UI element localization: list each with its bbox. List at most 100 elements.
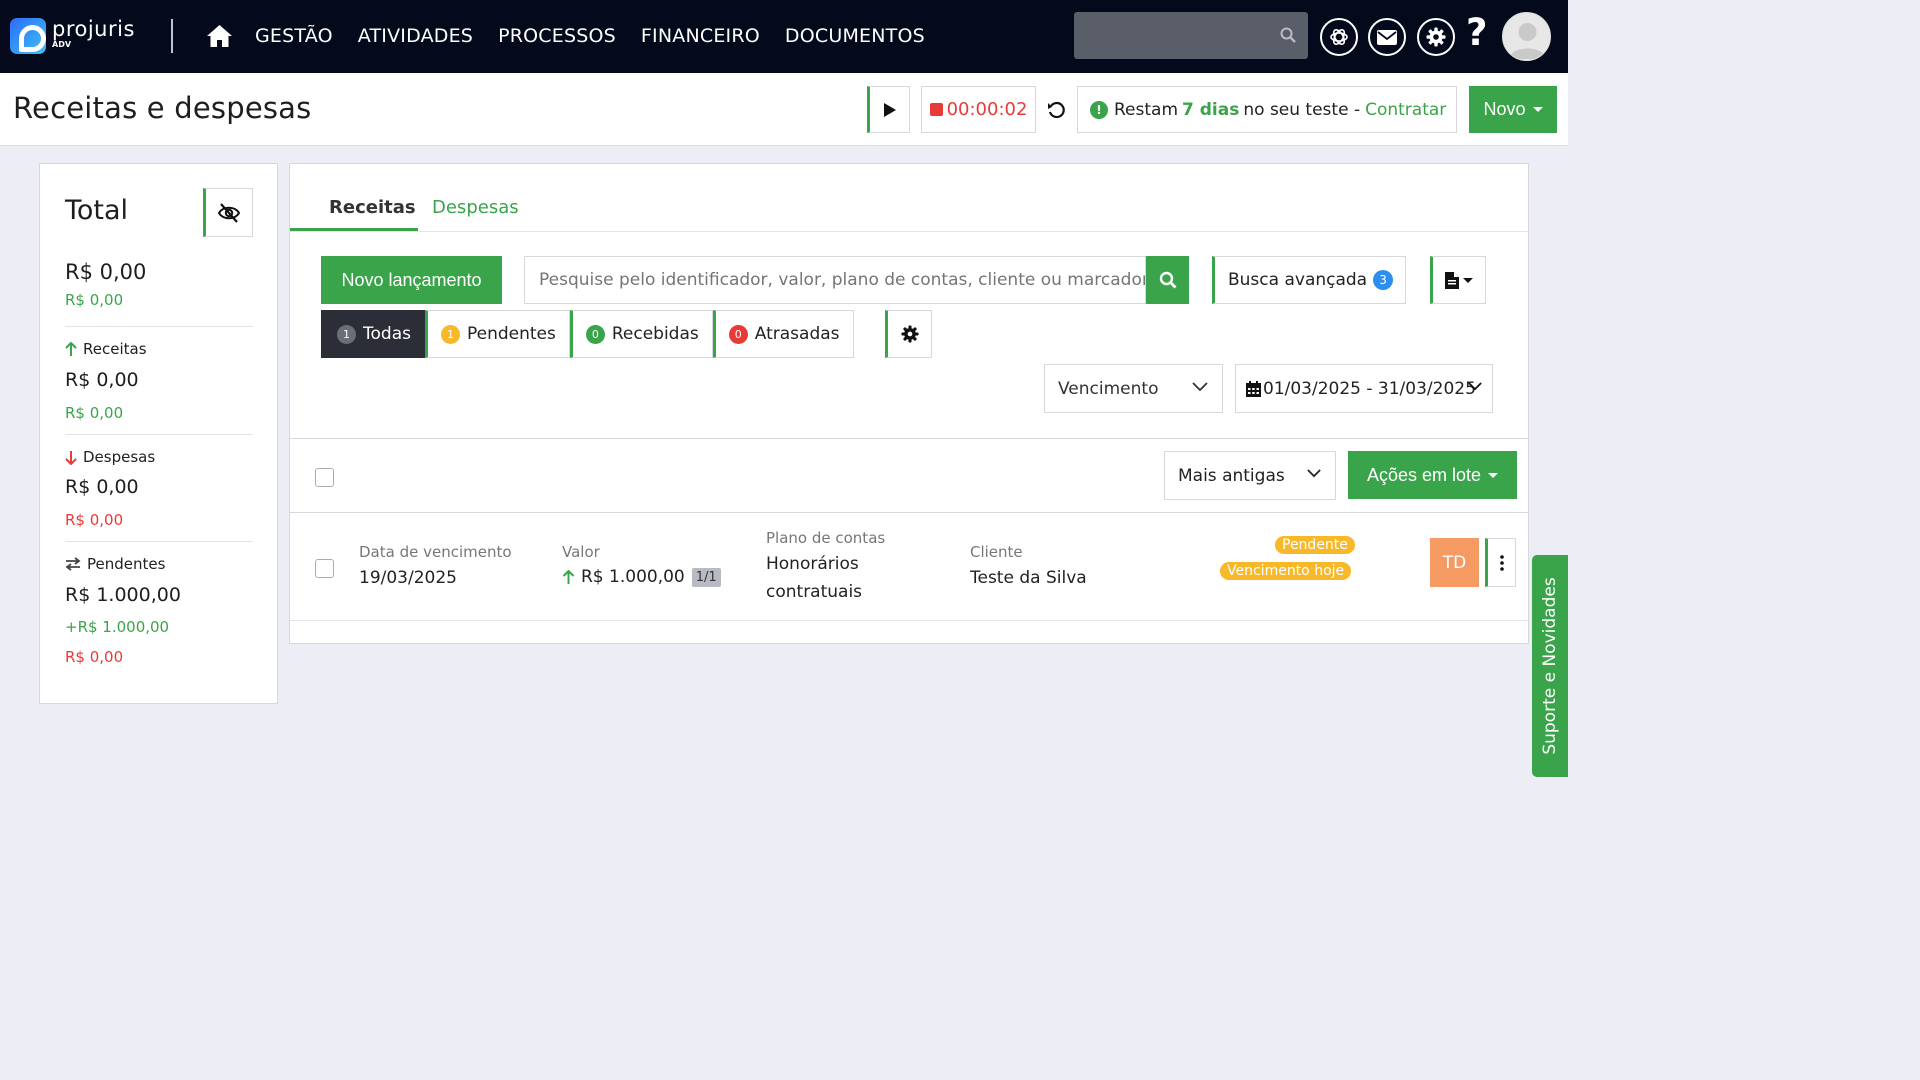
logo[interactable]: projuris ADV bbox=[10, 18, 135, 54]
installment-badge: 1/1 bbox=[691, 567, 721, 587]
batch-actions-label: Ações em lote bbox=[1366, 464, 1482, 485]
user-avatar-icon[interactable] bbox=[1502, 12, 1551, 61]
client-label: Cliente bbox=[970, 543, 1023, 561]
divider bbox=[65, 326, 253, 327]
tab-despesas[interactable]: Despesas bbox=[432, 197, 519, 218]
filter-label: Todas bbox=[363, 324, 411, 344]
arrow-up-icon bbox=[562, 569, 575, 584]
receitas-label: Receitas bbox=[65, 340, 147, 358]
summary-title: Total bbox=[65, 195, 129, 226]
mail-icon[interactable] bbox=[1368, 18, 1406, 56]
openai-icon[interactable] bbox=[1320, 18, 1358, 56]
select-all-checkbox[interactable] bbox=[315, 468, 334, 487]
global-search bbox=[1074, 12, 1308, 59]
transaction-search-input[interactable] bbox=[525, 257, 1145, 303]
gear-icon bbox=[900, 325, 919, 343]
tab-bar: Receitas Despesas bbox=[290, 164, 1528, 232]
hide-values-button[interactable] bbox=[203, 188, 253, 237]
pendentes-plus-value: +R$ 1.000,00 bbox=[65, 618, 170, 636]
stop-icon bbox=[929, 103, 943, 116]
total-sub-value: R$ 0,00 bbox=[65, 291, 124, 309]
global-search-input[interactable] bbox=[1074, 12, 1274, 59]
total-value: R$ 0,00 bbox=[65, 260, 147, 284]
chevron-down-icon bbox=[1307, 469, 1321, 478]
export-button[interactable] bbox=[1430, 256, 1486, 304]
trial-prefix: Restam bbox=[1114, 99, 1179, 120]
value-label: Valor bbox=[562, 543, 600, 561]
help-icon[interactable]: ? bbox=[1466, 14, 1487, 51]
due-date-value: 19/03/2025 bbox=[359, 568, 457, 588]
receitas-label-text: Receitas bbox=[83, 340, 147, 358]
value-cell: R$ 1.000,00 1/1 bbox=[562, 567, 721, 587]
plan-value-line1: Honorários bbox=[766, 554, 859, 574]
contratar-link[interactable]: Contratar bbox=[1365, 100, 1446, 120]
home-icon[interactable] bbox=[206, 24, 233, 48]
nav-documentos[interactable]: DOCUMENTOS bbox=[785, 25, 925, 47]
eye-slash-icon bbox=[217, 202, 241, 223]
logo-name: projuris bbox=[52, 17, 135, 41]
document-icon bbox=[1445, 271, 1459, 289]
nav-processos[interactable]: PROCESSOS bbox=[498, 25, 616, 47]
tab-receitas[interactable]: Receitas bbox=[329, 197, 416, 218]
gear-icon[interactable] bbox=[1417, 18, 1455, 56]
search-icon bbox=[1159, 271, 1176, 289]
support-news-tab[interactable]: Suporte e Novidades bbox=[1532, 555, 1568, 777]
batch-actions-button[interactable]: Ações em lote bbox=[1348, 451, 1517, 499]
pendentes-minus-value: R$ 0,00 bbox=[65, 648, 124, 666]
table-row[interactable]: Data de vencimento 19/03/2025 Valor R$ 1… bbox=[290, 513, 1528, 621]
divider bbox=[65, 434, 253, 435]
exchange-icon bbox=[65, 557, 81, 571]
client-value[interactable]: Teste da Silva bbox=[970, 568, 1087, 588]
advanced-search-button[interactable]: Busca avançada 3 bbox=[1212, 256, 1406, 304]
page-header: Receitas e despesas 00:00:02 ! Restam 7 … bbox=[0, 73, 1568, 146]
receitas-value: R$ 0,00 bbox=[65, 369, 139, 391]
row-actions-button[interactable] bbox=[1485, 538, 1516, 587]
alert-icon: ! bbox=[1090, 100, 1108, 119]
nav-atividades[interactable]: ATIVIDADES bbox=[358, 25, 473, 47]
active-tab-indicator bbox=[290, 228, 418, 231]
status-badge: Pendente bbox=[1275, 536, 1355, 554]
divider bbox=[65, 541, 253, 542]
play-icon bbox=[883, 102, 896, 117]
filter-count: 0 bbox=[728, 324, 748, 344]
caret-down-icon bbox=[1532, 107, 1543, 112]
timer-display: 00:00:02 bbox=[946, 99, 1028, 120]
new-entry-button[interactable]: Novo lançamento bbox=[321, 256, 502, 304]
search-button[interactable] bbox=[1146, 256, 1189, 304]
new-button[interactable]: Novo bbox=[1469, 86, 1557, 133]
filter-pendentes[interactable]: 1 Pendentes bbox=[424, 310, 570, 358]
nav-gestao[interactable]: GESTÃO bbox=[255, 25, 333, 47]
sort-select[interactable]: Mais antigas bbox=[1164, 451, 1336, 500]
pendentes-label: Pendentes bbox=[65, 555, 165, 573]
filter-todas[interactable]: 1 Todas bbox=[321, 310, 425, 358]
transactions-card: Receitas Despesas Novo lançamento Busca … bbox=[289, 163, 1529, 644]
main-nav: GESTÃO ATIVIDADES PROCESSOS FINANCEIRO D… bbox=[255, 25, 950, 47]
reset-timer-icon[interactable] bbox=[1046, 100, 1066, 120]
arrow-down-icon bbox=[65, 450, 77, 465]
nav-financeiro[interactable]: FINANCEIRO bbox=[641, 25, 760, 47]
transaction-search bbox=[524, 256, 1146, 304]
filter-settings-button[interactable] bbox=[885, 310, 932, 358]
chevron-down-icon bbox=[1192, 382, 1208, 392]
filter-recebidas[interactable]: 0 Recebidas bbox=[569, 310, 713, 358]
filter-atrasadas[interactable]: 0 Atrasadas bbox=[712, 310, 854, 358]
new-button-label: Novo bbox=[1483, 99, 1526, 119]
despesas-label-text: Despesas bbox=[83, 448, 156, 466]
top-navbar: projuris ADV GESTÃO ATIVIDADES PROCESSOS… bbox=[0, 0, 1568, 73]
date-range-picker[interactable]: 01/03/2025 - 31/03/2025 bbox=[1235, 364, 1493, 413]
due-today-badge: Vencimento hoje bbox=[1220, 562, 1352, 580]
date-field-select[interactable]: Vencimento bbox=[1044, 364, 1223, 413]
caret-down-icon bbox=[1463, 277, 1473, 283]
search-icon[interactable] bbox=[1280, 27, 1296, 43]
despesas-sub-value: R$ 0,00 bbox=[65, 511, 124, 529]
pendentes-value: R$ 1.000,00 bbox=[65, 584, 181, 606]
summary-panel: Total R$ 0,00 R$ 0,00 Receitas R$ 0,00 R… bbox=[39, 163, 278, 704]
play-timer-button[interactable] bbox=[867, 86, 910, 133]
pendentes-label-text: Pendentes bbox=[87, 555, 166, 573]
trial-suffix: no seu teste - bbox=[1243, 99, 1361, 120]
list-toolbar: Mais antigas Ações em lote bbox=[290, 438, 1528, 513]
stop-timer-button[interactable]: 00:00:02 bbox=[921, 86, 1036, 133]
row-checkbox[interactable] bbox=[315, 559, 334, 578]
plan-label: Plano de contas bbox=[766, 529, 886, 547]
filter-count: 1 bbox=[337, 324, 356, 344]
